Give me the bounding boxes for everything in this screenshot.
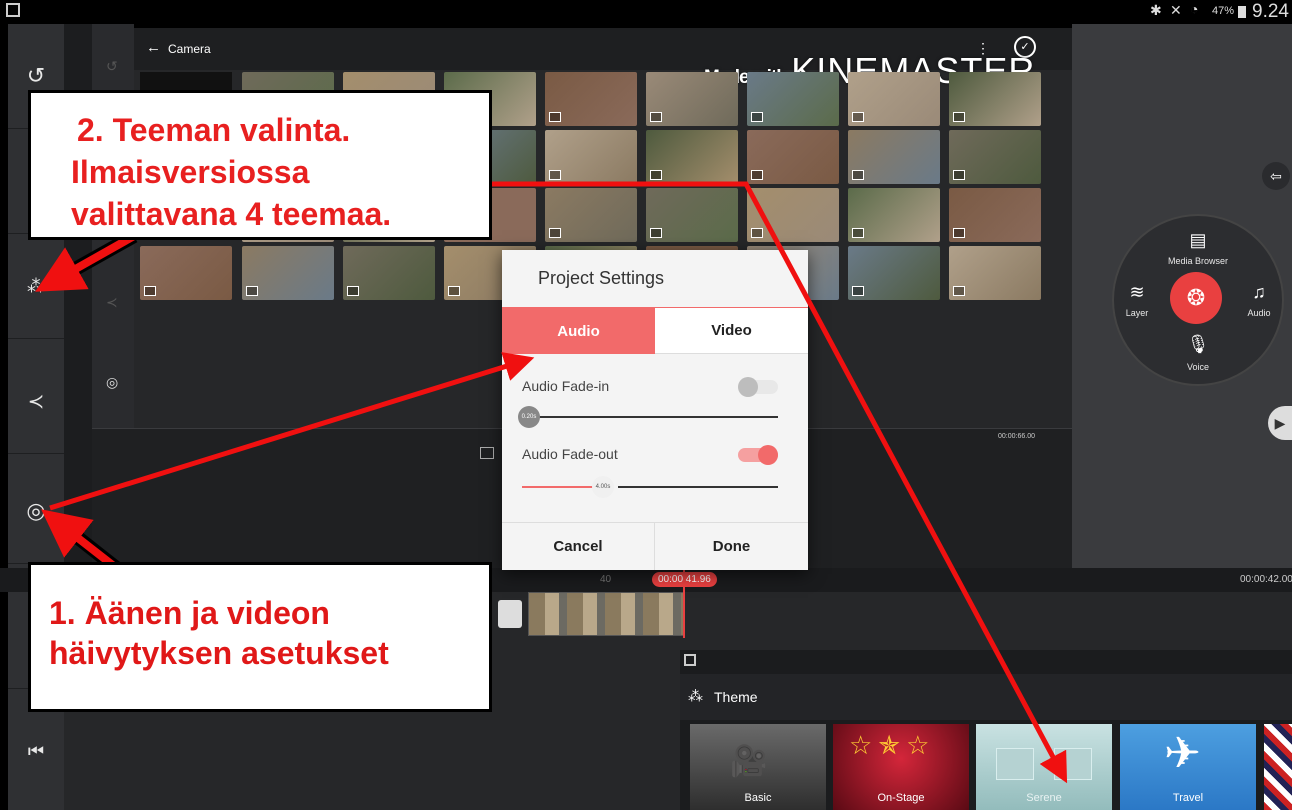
callout-theme-line3: valittavana 4 teemaa. <box>71 196 392 232</box>
callout-settings: 1. Äänen ja videon häivytyksen asetukset <box>28 562 492 712</box>
callout-settings-line1: 1. Äänen ja videon <box>49 595 330 631</box>
arrow-settings-to-dialog <box>49 352 535 511</box>
arrow-callout-to-theme-button <box>35 232 136 292</box>
callout-theme-line1: 2. Teeman valinta. <box>77 112 351 148</box>
callout-theme: 2. Teeman valinta. Ilmaisversiossa valit… <box>28 90 492 240</box>
callout-theme-line2: Ilmaisversiossa <box>71 154 310 190</box>
arrow-theme-to-serene <box>460 181 1068 784</box>
callout-settings-line2: häivytyksen asetukset <box>49 635 389 671</box>
